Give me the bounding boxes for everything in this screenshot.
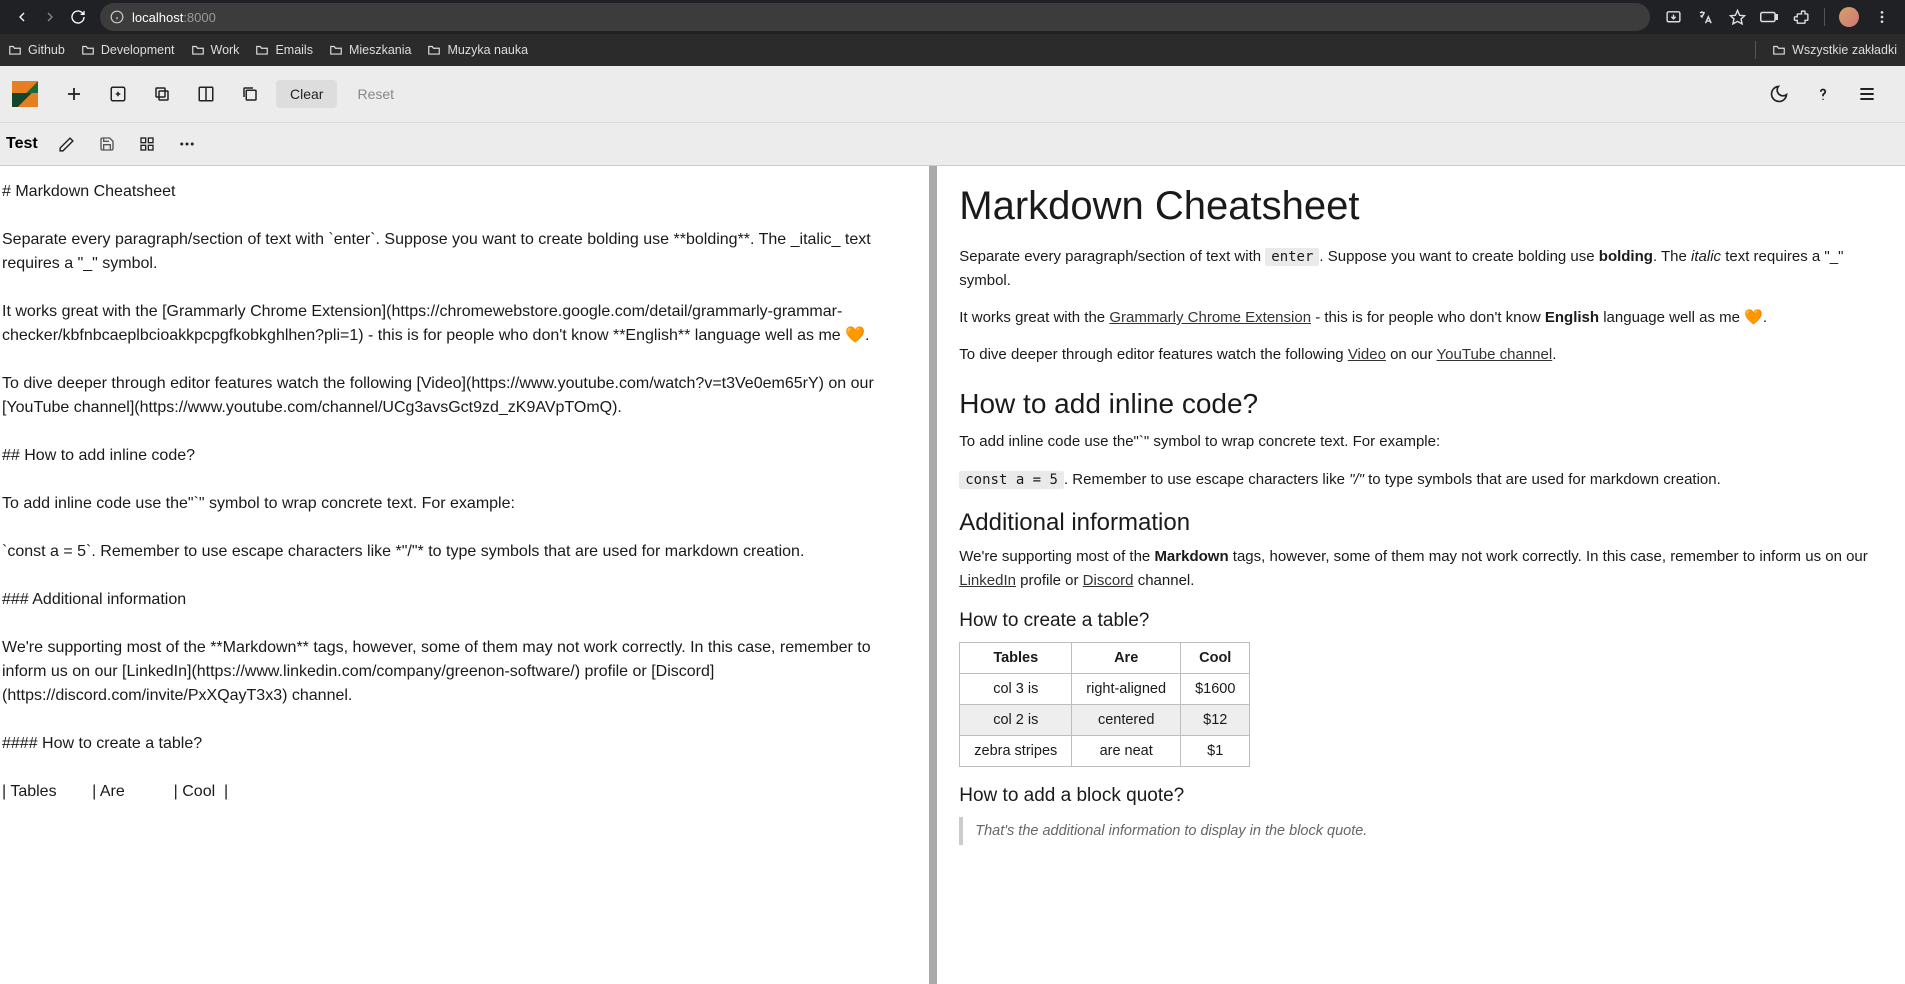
reset-button[interactable]: Reset [343, 80, 408, 108]
table-row: zebra stripes are neat $1 [960, 735, 1250, 766]
folder-icon [427, 44, 441, 56]
preview-h4-quote: How to add a block quote? [959, 785, 1875, 807]
preview-h2: How to add inline code? [959, 388, 1875, 420]
table-header: Are [1072, 642, 1181, 673]
bookmark-star-icon[interactable] [1728, 8, 1746, 26]
help-button[interactable] [1805, 76, 1841, 112]
bookmark-label: Muzyka nauka [447, 43, 528, 57]
save-icon[interactable] [96, 133, 118, 155]
address-bar[interactable]: localhost:8000 [100, 3, 1650, 31]
edit-icon[interactable] [56, 133, 78, 155]
folder-icon [191, 44, 205, 56]
all-bookmarks-label: Wszystkie zakładki [1792, 43, 1897, 57]
bookmark-label: Emails [275, 43, 313, 57]
preview-h1: Markdown Cheatsheet [959, 184, 1875, 229]
preview-paragraph: We're supporting most of the Markdown ta… [959, 545, 1875, 592]
more-icon[interactable] [176, 133, 198, 155]
document-tab-bar: Test [0, 123, 1905, 166]
divider [1755, 41, 1756, 59]
preview-paragraph: It works great with the Grammarly Chrome… [959, 306, 1875, 329]
folder-icon [81, 44, 95, 56]
preview-paragraph: Separate every paragraph/section of text… [959, 245, 1875, 292]
bookmark-muzyka[interactable]: Muzyka nauka [427, 43, 528, 57]
preview-blockquote: That's the additional information to dis… [959, 817, 1875, 845]
youtube-link[interactable]: YouTube channel [1437, 346, 1553, 363]
back-button[interactable] [8, 3, 36, 31]
browser-menu-icon[interactable] [1873, 8, 1891, 26]
translate-icon[interactable] [1696, 8, 1714, 26]
battery-icon[interactable] [1760, 8, 1778, 26]
copy-button[interactable] [144, 76, 180, 112]
preview-paragraph: To dive deeper through editor features w… [959, 343, 1875, 366]
extensions-icon[interactable] [1792, 8, 1810, 26]
url-host: localhost [132, 10, 183, 25]
clear-button[interactable]: Clear [276, 80, 337, 108]
split-view-button[interactable] [188, 76, 224, 112]
folder-icon [8, 44, 22, 56]
theme-toggle-button[interactable] [1761, 76, 1797, 112]
document-title: Test [6, 135, 38, 153]
browser-toolbar: localhost:8000 [0, 0, 1905, 34]
bookmark-github[interactable]: Github [8, 43, 65, 57]
browser-right-icons [1658, 7, 1897, 27]
bookmark-mieszkania[interactable]: Mieszkania [329, 43, 412, 57]
table-row: col 3 is right-aligned $1600 [960, 673, 1250, 704]
preview-h3: Additional information [959, 509, 1875, 537]
preview-pane[interactable]: Markdown Cheatsheet Separate every parag… [937, 166, 1905, 984]
app-toolbar: Clear Reset [0, 66, 1905, 123]
preview-h4-table: How to create a table? [959, 610, 1875, 632]
linkedin-link[interactable]: LinkedIn [959, 572, 1016, 589]
app-logo[interactable] [12, 81, 38, 107]
bookmark-emails[interactable]: Emails [255, 43, 313, 57]
add-panel-button[interactable] [100, 76, 136, 112]
grid-icon[interactable] [136, 133, 158, 155]
bookmark-label: Work [211, 43, 240, 57]
new-button[interactable] [56, 76, 92, 112]
video-link[interactable]: Video [1348, 346, 1386, 363]
bookmark-label: Development [101, 43, 175, 57]
editor-split-view: # Markdown Cheatsheet Separate every par… [0, 166, 1905, 984]
windows-button[interactable] [232, 76, 268, 112]
url-port: :8000 [183, 10, 216, 25]
heart-emoji: 🧡 [1744, 306, 1763, 329]
preview-paragraph: To add inline code use the"`" symbol to … [959, 430, 1875, 453]
preview-table: Tables Are Cool col 3 is right-aligned $… [959, 642, 1250, 767]
folder-icon [255, 44, 269, 56]
preview-paragraph: const a = 5. Remember to use escape char… [959, 468, 1875, 492]
bookmark-work[interactable]: Work [191, 43, 240, 57]
grammarly-link[interactable]: Grammarly Chrome Extension [1109, 309, 1311, 326]
folder-icon [329, 44, 343, 56]
table-row: col 2 is centered $12 [960, 704, 1250, 735]
menu-button[interactable] [1849, 76, 1885, 112]
all-bookmarks-button[interactable]: Wszystkie zakładki [1772, 43, 1897, 57]
install-app-icon[interactable] [1664, 8, 1682, 26]
source-pane[interactable]: # Markdown Cheatsheet Separate every par… [0, 166, 937, 984]
table-header: Cool [1181, 642, 1250, 673]
discord-link[interactable]: Discord [1083, 572, 1134, 589]
reload-button[interactable] [64, 3, 92, 31]
bookmark-development[interactable]: Development [81, 43, 175, 57]
bookmark-label: Mieszkania [349, 43, 412, 57]
bookmark-label: Github [28, 43, 65, 57]
inline-code: enter [1265, 248, 1319, 266]
table-header: Tables [960, 642, 1072, 673]
site-info-icon[interactable] [110, 10, 124, 24]
profile-avatar[interactable] [1839, 7, 1859, 27]
divider [1824, 8, 1825, 26]
inline-code: const a = 5 [959, 471, 1064, 489]
bookmarks-bar: Github Development Work Emails Mieszkani… [0, 34, 1905, 66]
source-text[interactable]: # Markdown Cheatsheet Separate every par… [2, 180, 919, 804]
forward-button[interactable] [36, 3, 64, 31]
folder-icon [1772, 44, 1786, 56]
